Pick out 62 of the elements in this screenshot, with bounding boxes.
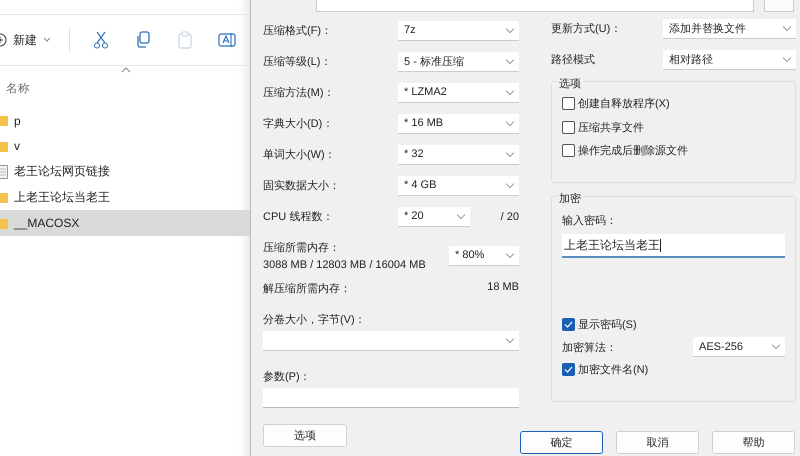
new-button[interactable]: 新建 xyxy=(0,32,51,48)
checkbox[interactable] xyxy=(562,97,575,110)
folder-icon xyxy=(0,115,8,126)
checkbox-label: 加密文件名(N) xyxy=(578,362,648,377)
parameters-label: 参数(P)： xyxy=(263,370,312,384)
update-mode-dropdown[interactable]: 添加并替换文件 xyxy=(663,18,796,38)
setting-dropdown[interactable]: * LZMA2 xyxy=(398,82,519,102)
setting-label: CPU 线程数： xyxy=(263,210,334,224)
checkbox[interactable] xyxy=(562,144,575,158)
setting-dropdown[interactable]: 5 - 标准压缩 xyxy=(398,52,519,72)
setting-dropdown[interactable]: * 16 MB xyxy=(398,114,519,134)
group-title: 加密 xyxy=(557,191,583,206)
dialog-button[interactable]: 取消 xyxy=(616,431,699,454)
checkbox-label: 显示密码(S) xyxy=(578,318,637,332)
checkbox-label: 压缩共享文件 xyxy=(578,120,644,135)
file-row[interactable]: 老王论坛网页链接 xyxy=(0,159,250,185)
password-field[interactable]: 上老王论坛当老王 xyxy=(562,234,785,258)
dialog-button[interactable]: 确定 xyxy=(520,431,603,454)
setting-label: 字典大小(D)： xyxy=(263,116,334,131)
memory-percent-dropdown[interactable]: * 80% xyxy=(449,246,519,266)
memory-label: 压缩所需内存： xyxy=(263,240,341,255)
scissors-icon[interactable] xyxy=(91,30,111,50)
thread-dropdown[interactable]: * 20 xyxy=(398,206,470,226)
setting-dropdown[interactable]: * 4 GB xyxy=(398,176,519,196)
decompress-memory-label: 解压缩所需内存： xyxy=(263,282,351,296)
update-mode-label: 更新方式(U)： xyxy=(551,22,622,36)
thread-max-label: / 20 xyxy=(500,210,519,222)
file-row[interactable]: p xyxy=(0,108,250,134)
setting-label: 压缩方法(M)： xyxy=(263,86,334,100)
options-button[interactable]: 选项 xyxy=(263,424,347,447)
path-mode-dropdown[interactable]: 相对路径 xyxy=(663,50,796,70)
setting-dropdown[interactable]: 7z xyxy=(398,20,519,40)
setting-label: 压缩等级(L)： xyxy=(263,54,332,69)
path-mode-label: 路径模式 xyxy=(551,53,595,67)
checkbox-label: 操作完成后删除源文件 xyxy=(578,144,688,158)
parameters-field[interactable] xyxy=(263,388,519,408)
volume-size-label: 分卷大小，字节(V)： xyxy=(263,312,367,327)
checkbox[interactable] xyxy=(562,120,575,134)
checkbox[interactable] xyxy=(562,362,575,376)
name-column-header[interactable]: 名称 xyxy=(6,81,30,96)
group-title: 选项 xyxy=(557,76,583,91)
checkbox-label: 创建自释放程序(X) xyxy=(578,96,670,112)
decompress-memory-value: 18 MB xyxy=(487,281,519,295)
chevron-down-icon xyxy=(43,37,51,43)
setting-label: 固实数据大小： xyxy=(263,178,340,193)
algorithm-dropdown[interactable]: AES-256 xyxy=(693,337,785,357)
file-row[interactable]: __MACOSX xyxy=(0,210,250,236)
dialog-button[interactable]: 帮助 xyxy=(712,431,795,454)
algorithm-label: 加密算法： xyxy=(562,340,617,354)
file-row[interactable]: v xyxy=(0,134,250,160)
folder-icon xyxy=(0,140,8,152)
sort-caret-icon xyxy=(121,67,131,73)
rename-icon[interactable] xyxy=(217,30,237,50)
checkbox[interactable] xyxy=(562,318,575,332)
password-label: 输入密码： xyxy=(562,214,618,228)
folder-icon xyxy=(0,192,8,204)
setting-dropdown[interactable]: * 32 xyxy=(398,144,519,164)
setting-label: 压缩格式(F)： xyxy=(263,24,332,38)
setting-label: 单词大小(W)： xyxy=(263,148,336,162)
memory-usage-text: 3088 MB / 12803 MB / 16004 MB xyxy=(263,259,426,271)
file-row[interactable]: 上老王论坛当老王 xyxy=(0,184,250,210)
folder-icon xyxy=(0,218,8,229)
